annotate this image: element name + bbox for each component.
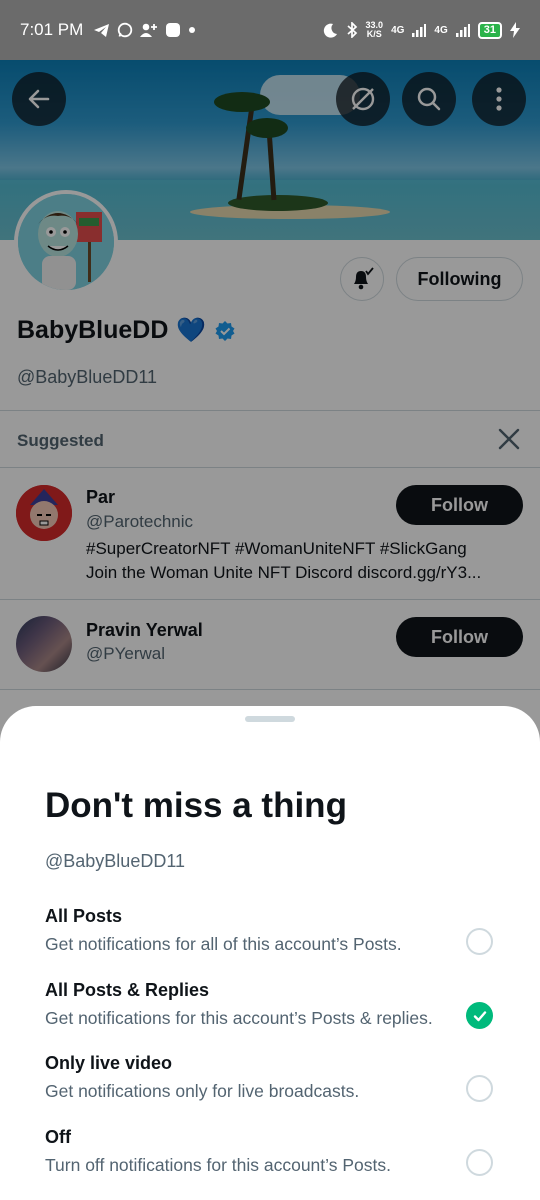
sheet-drag-handle[interactable]	[245, 716, 295, 722]
moon-icon	[323, 23, 337, 38]
app-icon	[166, 23, 181, 37]
network-rate-unit: K/S	[366, 29, 382, 39]
option-radio[interactable]	[466, 1149, 493, 1176]
network-label-1: 4G	[391, 24, 405, 36]
network-label-2: 4G	[434, 24, 448, 36]
bluetooth-icon	[346, 22, 357, 38]
option-radio[interactable]	[466, 928, 493, 955]
system-icons: 33.0 K/S 4G 4G 31	[323, 21, 520, 39]
signal-icon-2	[455, 24, 470, 37]
dot-icon	[189, 27, 196, 33]
option-description: Turn off notifications for this account’…	[45, 1155, 391, 1175]
option-description: Get notifications for all of this accoun…	[45, 934, 402, 954]
option-only-live-video[interactable]: Only live video Get notifications only f…	[0, 1053, 540, 1123]
option-radio-selected[interactable]	[466, 1002, 493, 1029]
option-radio[interactable]	[466, 1075, 493, 1102]
option-off[interactable]: Off Turn off notifications for this acco…	[0, 1127, 540, 1197]
notification-settings-sheet: Don't miss a thing @BabyBlueDD11 All Pos…	[0, 706, 540, 1200]
whatsapp-icon	[118, 22, 133, 38]
option-description: Get notifications only for live broadcas…	[45, 1081, 360, 1101]
battery-indicator: 31	[477, 21, 502, 39]
status-bar: 7:01 PM 33.0 K/S 4G 4G 31	[0, 0, 540, 60]
charging-icon	[510, 22, 520, 38]
option-all-posts[interactable]: All Posts Get notifications for all of t…	[0, 906, 540, 976]
telegram-icon	[94, 23, 110, 37]
network-rate: 33.0 K/S	[366, 21, 384, 39]
screen: 7:01 PM 33.0 K/S 4G 4G 31 Following Baby…	[0, 0, 540, 1200]
option-title: Off	[45, 1127, 71, 1147]
option-title: Only live video	[45, 1053, 173, 1073]
sheet-handle: @BabyBlueDD11	[45, 851, 186, 871]
sheet-title: Don't miss a thing	[45, 786, 347, 825]
status-time: 7:01 PM	[20, 20, 84, 39]
option-description: Get notifications for this account’s Pos…	[45, 1008, 433, 1028]
person-add-icon	[140, 23, 158, 37]
check-icon	[473, 1010, 486, 1021]
notification-icons	[93, 22, 196, 38]
signal-icon	[412, 24, 427, 37]
option-all-posts-replies[interactable]: All Posts & Replies Get notifications fo…	[0, 980, 540, 1050]
option-title: All Posts & Replies	[45, 980, 210, 1000]
option-title: All Posts	[45, 906, 123, 926]
